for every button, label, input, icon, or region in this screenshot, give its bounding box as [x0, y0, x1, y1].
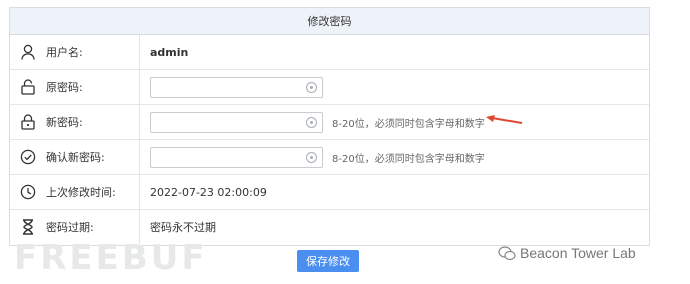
arrow-annotation-icon [486, 115, 523, 124]
old-password-label: 原密码: [46, 81, 83, 94]
lock-icon [20, 113, 36, 131]
clock-icon [20, 183, 36, 201]
change-password-panel: 修改密码 用户名: admin 原密码: 新密码: 8-20位，必须同时包含字母… [9, 7, 650, 246]
old-password-input[interactable] [150, 76, 323, 98]
password-hint: 8-20位，必须同时包含字母和数字 [332, 153, 485, 165]
confirm-password-row: 确认新密码: 8-20位，必须同时包含字母和数字 [10, 140, 649, 175]
hourglass-icon [20, 218, 36, 236]
new-password-label: 新密码: [46, 116, 83, 129]
username-label: 用户名: [46, 46, 83, 59]
confirm-password-input[interactable] [150, 146, 323, 168]
password-expiry-label: 密码过期: [46, 221, 94, 234]
new-password-input[interactable] [150, 111, 323, 133]
confirm-password-label: 确认新密码: [46, 151, 105, 164]
save-button[interactable]: 保存修改 [297, 250, 359, 272]
username-value: admin [150, 45, 189, 59]
panel-title: 修改密码 [10, 8, 649, 35]
wechat-icon [498, 245, 516, 260]
beacon-tower-watermark: Beacon Tower Lab [498, 245, 636, 261]
last-modified-value: 2022-07-23 02:00:09 [150, 185, 267, 199]
password-hint: 8-20位，必须同时包含字母和数字 [332, 118, 485, 130]
beacon-tower-label: Beacon Tower Lab [520, 245, 636, 261]
show-password-icon[interactable] [306, 81, 317, 93]
new-password-row: 新密码: 8-20位，必须同时包含字母和数字 [10, 105, 649, 140]
username-row: 用户名: admin [10, 35, 649, 70]
user-icon [20, 43, 36, 61]
lock-open-icon [20, 78, 36, 96]
show-password-icon[interactable] [306, 116, 317, 128]
show-password-icon[interactable] [306, 151, 317, 163]
last-modified-row: 上次修改时间: 2022-07-23 02:00:09 [10, 175, 649, 210]
check-circle-icon [20, 148, 36, 166]
old-password-row: 原密码: [10, 70, 649, 105]
last-modified-label: 上次修改时间: [46, 186, 116, 199]
freebuf-watermark: FREEBUF [14, 238, 208, 278]
